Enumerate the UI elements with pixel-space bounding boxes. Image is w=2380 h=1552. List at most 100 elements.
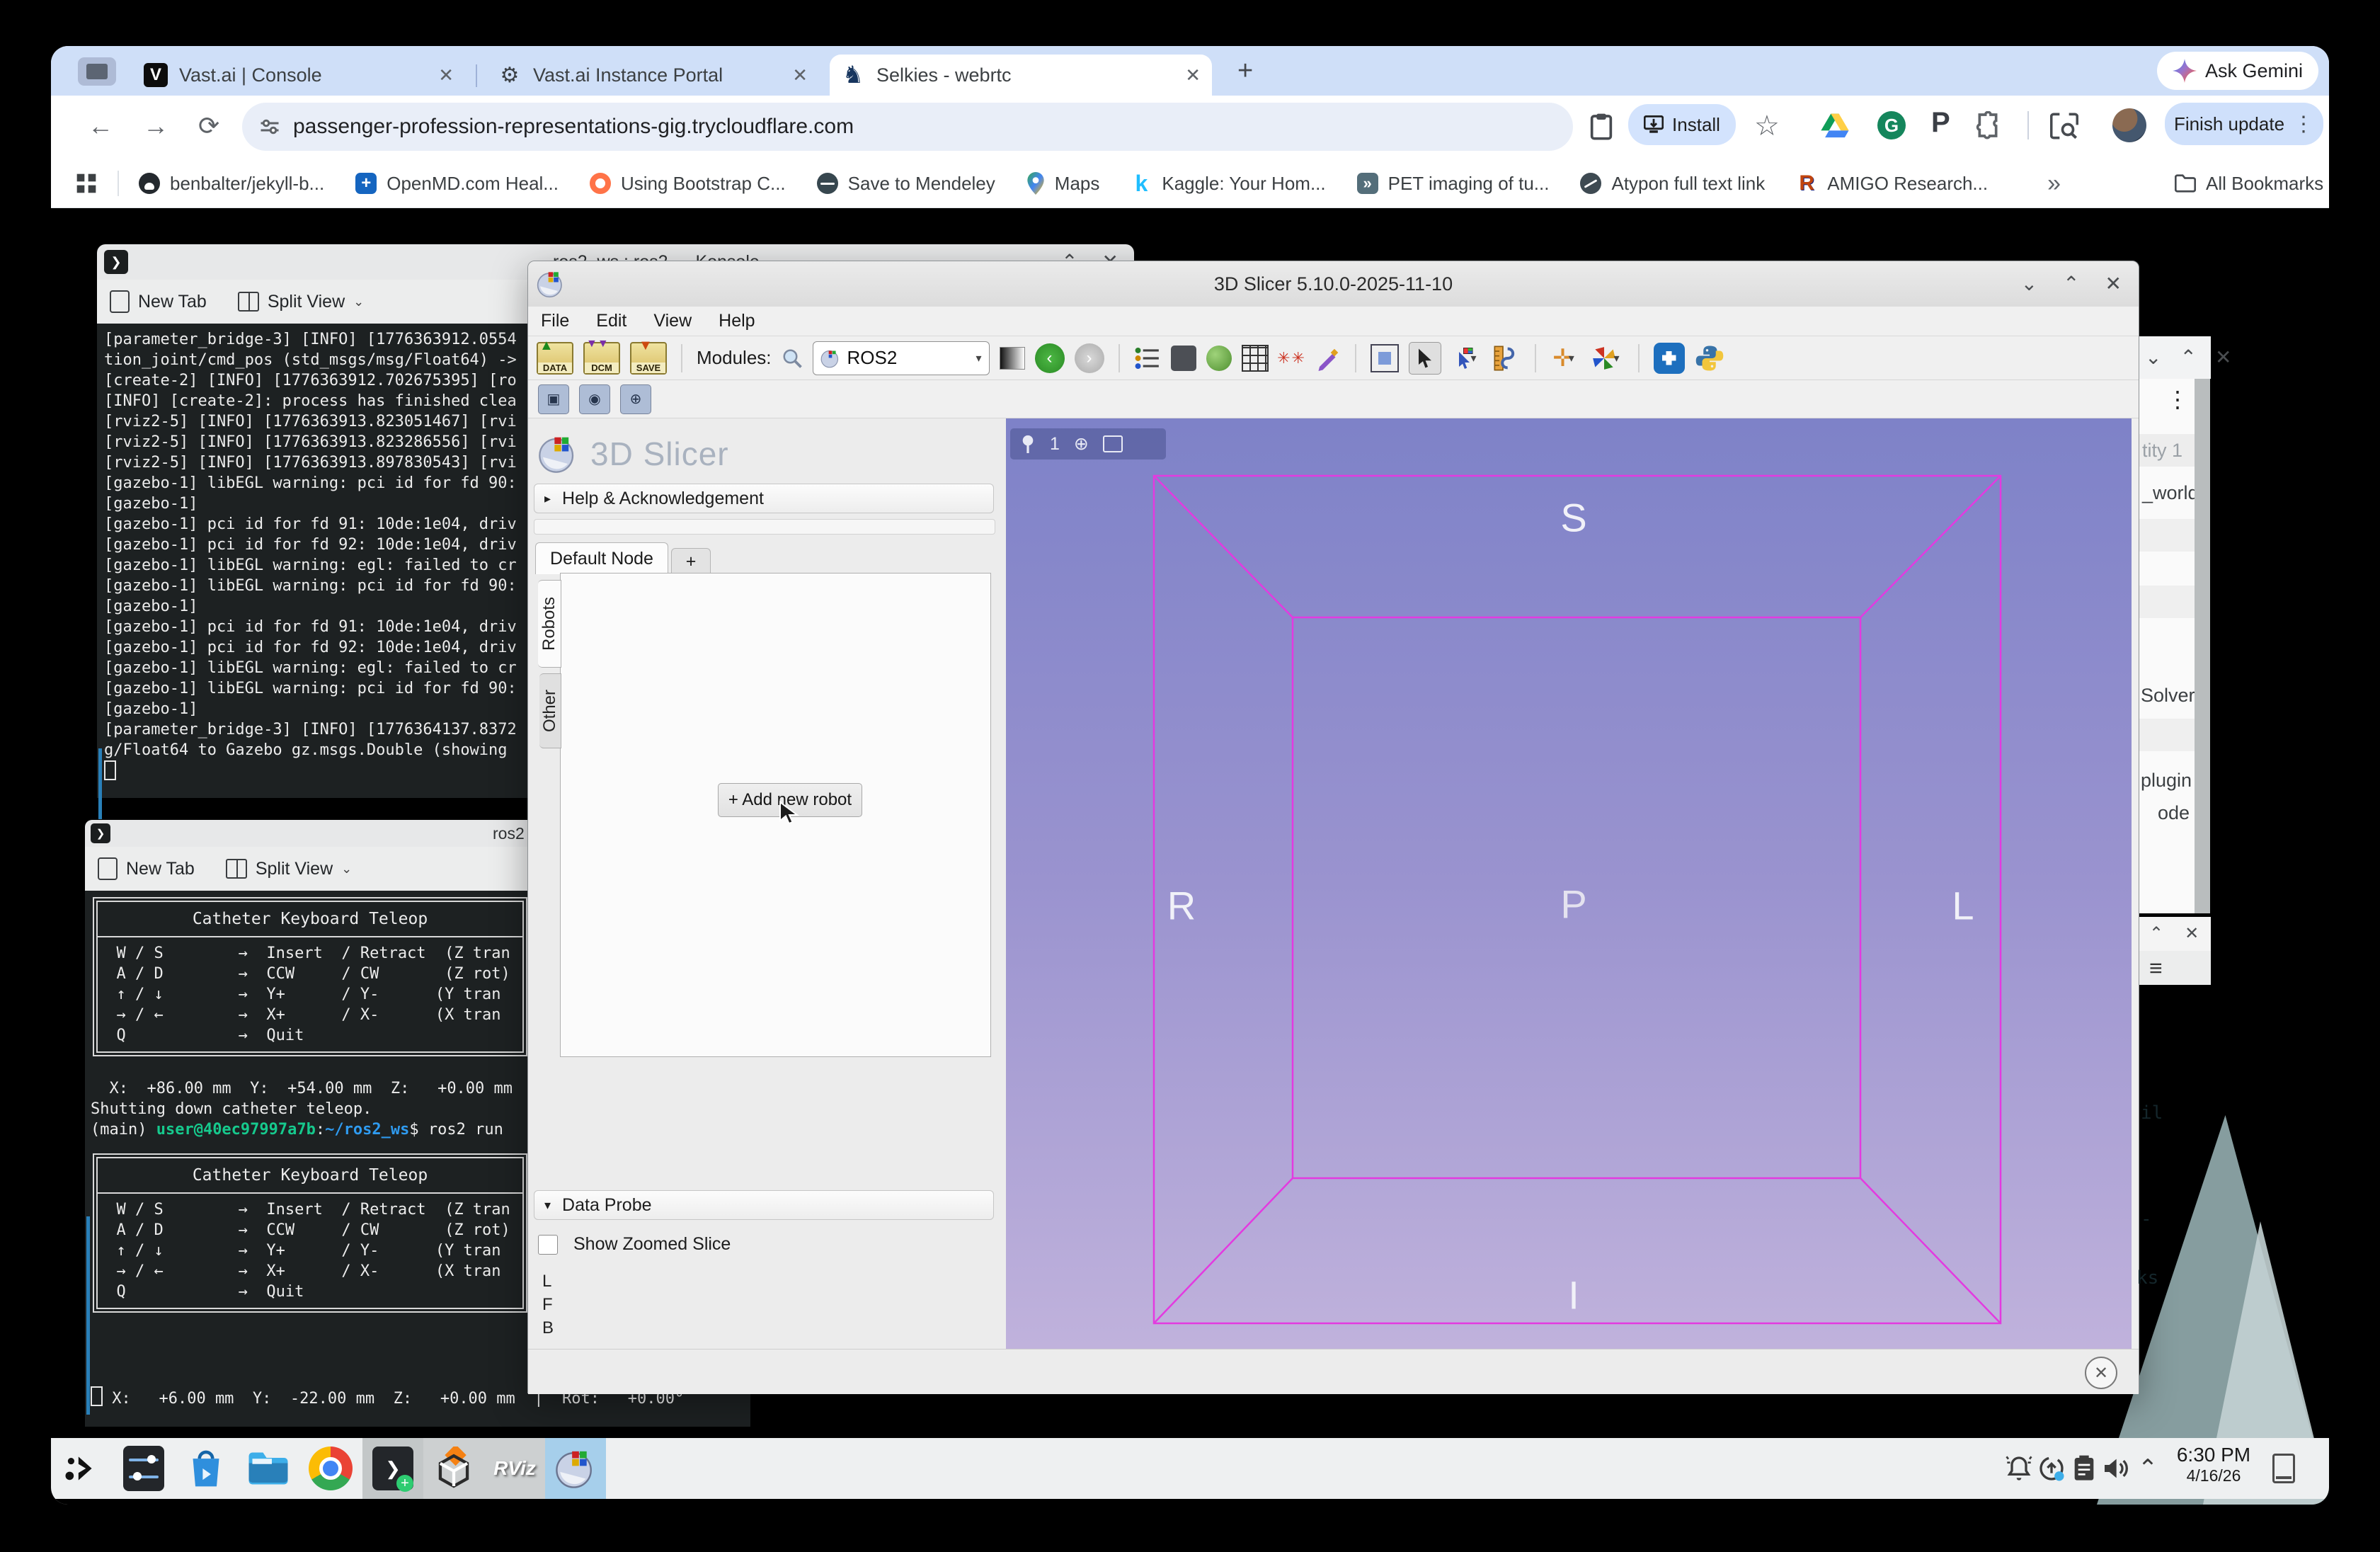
site-settings-icon[interactable] bbox=[259, 116, 280, 137]
bookmark-item[interactable]: + OpenMD.com Heal... bbox=[355, 173, 559, 195]
screenshot-icon[interactable] bbox=[1371, 344, 1399, 372]
forward-icon[interactable]: → bbox=[143, 111, 168, 141]
slicer-titlebar[interactable]: 3D Slicer 5.10.0-2025-11-10 ⌄ ⌃ ✕ bbox=[528, 261, 2139, 307]
default-node-tab[interactable]: Default Node bbox=[535, 542, 668, 574]
clipboard-icon[interactable] bbox=[1589, 113, 1614, 141]
close-icon[interactable]: ✕ bbox=[2185, 925, 2199, 942]
address-bar[interactable]: passenger-profession-representations-gig… bbox=[242, 103, 1573, 151]
save-button[interactable]: ▼SAVE bbox=[630, 342, 667, 375]
other-vertical-tab[interactable]: Other bbox=[539, 673, 561, 748]
robots-vertical-tab[interactable]: Robots bbox=[538, 580, 561, 668]
annotate-pen-icon[interactable] bbox=[1315, 346, 1341, 371]
tab-close-icon[interactable]: ✕ bbox=[1185, 64, 1201, 86]
crosshair-icon[interactable]: ✛▾ bbox=[1550, 345, 1577, 372]
p-extension-icon[interactable]: P bbox=[1931, 107, 1950, 139]
install-button[interactable]: Install bbox=[1628, 104, 1736, 145]
slicer-3d-view[interactable]: 1 ⊕ S R P L I bbox=[1006, 418, 2132, 1349]
grammarly-icon[interactable]: G bbox=[1877, 111, 1906, 139]
tab-vast-console[interactable]: V Vast.ai | Console ✕ bbox=[132, 55, 465, 96]
bookmark-item[interactable]: Save to Mendeley bbox=[817, 173, 995, 195]
segmentation-icon[interactable] bbox=[1206, 346, 1232, 371]
new-tab-button[interactable]: + bbox=[1237, 56, 1253, 86]
gazebo-task-button[interactable] bbox=[423, 1438, 484, 1499]
menu-file[interactable]: File bbox=[541, 311, 569, 331]
module-history-icon[interactable] bbox=[1134, 345, 1161, 372]
tab-search-icon[interactable] bbox=[2050, 113, 2078, 139]
scene-add-icon[interactable]: ⊕ bbox=[620, 384, 651, 414]
konsole-task-button[interactable]: ❯ + bbox=[362, 1438, 423, 1499]
bookmark-item[interactable]: Using Bootstrap C... bbox=[590, 173, 786, 195]
bookmark-star-icon[interactable]: ☆ bbox=[1754, 110, 1780, 142]
bookmark-item[interactable]: k Kaggle: Your Hom... bbox=[1131, 173, 1325, 195]
terminal-output[interactable]: [parameter_bridge-3] [INFO] [1776363912.… bbox=[97, 324, 527, 798]
profile-avatar[interactable] bbox=[2112, 108, 2146, 142]
status-close-icon[interactable]: ✕ bbox=[2085, 1357, 2117, 1389]
close-icon[interactable]: ✕ bbox=[2105, 274, 2122, 294]
show-zoomed-slice-row[interactable]: Show Zoomed Slice bbox=[538, 1234, 731, 1255]
bookmark-item[interactable]: Atypon full text link bbox=[1580, 173, 1765, 195]
settings-button[interactable] bbox=[113, 1438, 174, 1499]
tab-close-icon[interactable]: ✕ bbox=[438, 64, 454, 86]
tray-expand-icon[interactable]: ⌃ bbox=[2134, 1454, 2162, 1483]
finish-update-button[interactable]: Finish update ⋮ bbox=[2165, 103, 2323, 145]
browser-menu-kebab-icon[interactable]: ⋮ bbox=[2293, 112, 2314, 137]
menu-view[interactable]: View bbox=[653, 311, 692, 331]
bookmark-item[interactable]: benbalter/jekyll-b... bbox=[139, 173, 324, 195]
split-view-button[interactable]: Split View⌄ bbox=[238, 292, 364, 312]
extensions-puzzle-icon[interactable] bbox=[1974, 111, 2002, 139]
apps-grid-icon[interactable] bbox=[75, 172, 98, 195]
menu-help[interactable]: Help bbox=[719, 311, 755, 331]
entity-row[interactable]: tity 1 bbox=[2139, 435, 2248, 465]
python-console-icon[interactable] bbox=[1695, 343, 1724, 373]
bookmark-item[interactable]: R AMIGO Research... bbox=[1796, 173, 1988, 195]
taskbar-clock[interactable]: 6:30 PM 4/16/26 bbox=[2168, 1444, 2260, 1485]
scene-capture-icon[interactable]: ◉ bbox=[579, 384, 610, 414]
module-search-icon[interactable] bbox=[782, 348, 803, 369]
tab-vast-portal[interactable]: ⚙ Vast.ai Instance Portal ✕ bbox=[486, 55, 819, 96]
tab-selkies-active[interactable]: ♞ Selkies - webrtc ✕ bbox=[830, 55, 1212, 96]
panel-scrollbar[interactable] bbox=[2195, 379, 2210, 913]
load-data-button[interactable]: ▲DATA bbox=[537, 342, 573, 375]
bookmarks-overflow-icon[interactable]: » bbox=[2047, 170, 2061, 198]
show-zoomed-slice-checkbox[interactable] bbox=[538, 1235, 558, 1255]
modules-dropdown[interactable]: ROS2 ▾ bbox=[813, 341, 990, 375]
hamburger-menu-icon[interactable]: ≡ bbox=[2149, 955, 2163, 981]
add-node-tab[interactable]: + bbox=[671, 548, 711, 574]
file-manager-button[interactable] bbox=[238, 1438, 299, 1499]
volume-module-icon[interactable] bbox=[1171, 346, 1196, 371]
notifications-bell-icon[interactable] bbox=[2005, 1454, 2033, 1483]
ask-gemini-button[interactable]: Ask Gemini bbox=[2157, 52, 2318, 90]
layout-pinwheel-icon[interactable]: ▾ bbox=[1587, 345, 1624, 372]
slicer-task-button[interactable] bbox=[545, 1438, 606, 1499]
back-icon[interactable]: ← bbox=[88, 111, 113, 141]
tab-close-icon[interactable]: ✕ bbox=[792, 64, 808, 86]
bookmark-item[interactable]: Maps bbox=[1026, 172, 1100, 195]
reload-icon[interactable]: ⟳ bbox=[198, 111, 219, 141]
rviz-task-button[interactable]: RViz bbox=[484, 1438, 545, 1499]
kebab-menu-icon[interactable]: ⋮ bbox=[2166, 386, 2189, 413]
new-tab-button[interactable]: New Tab bbox=[98, 857, 195, 880]
minimize-icon[interactable]: ⌄ bbox=[2145, 348, 2161, 367]
entity-row[interactable]: plugin bbox=[2139, 765, 2247, 795]
mesh-model-icon[interactable] bbox=[1242, 345, 1269, 372]
dicom-button[interactable]: ▼▼DCM bbox=[583, 342, 620, 375]
chrome-button[interactable] bbox=[300, 1438, 361, 1499]
app-launcher-button[interactable] bbox=[51, 1438, 112, 1499]
entity-row[interactable]: _world bbox=[2139, 478, 2248, 508]
drive-icon[interactable] bbox=[1821, 113, 1849, 138]
minimize-icon[interactable]: ⌄ bbox=[2021, 274, 2037, 294]
split-view-button[interactable]: Split View⌄ bbox=[226, 859, 352, 879]
gazebo-titlebar[interactable]: ⌄ ⌃ ✕ bbox=[2139, 336, 2211, 379]
entity-row[interactable]: Solver bbox=[2139, 680, 2247, 710]
adjust-view-cursor-icon[interactable]: ▾ bbox=[1451, 344, 1482, 372]
module-back-icon[interactable]: ‹ bbox=[1035, 343, 1065, 373]
maximize-icon[interactable]: ⌃ bbox=[2180, 348, 2196, 367]
show-desktop-button[interactable] bbox=[2272, 1454, 2295, 1483]
gazebo2-titlebar[interactable]: ⌃ ✕ bbox=[2139, 917, 2211, 951]
all-bookmarks-button[interactable]: All Bookmarks bbox=[2175, 173, 2323, 195]
maximize-icon[interactable]: ⌃ bbox=[2149, 925, 2163, 942]
window-level-icon[interactable] bbox=[1000, 347, 1025, 370]
markups-fiducial-icon[interactable]: ✳✳ bbox=[1278, 345, 1305, 372]
help-section-header[interactable]: ▸ Help & Acknowledgement bbox=[534, 484, 994, 513]
extensions-manager-icon[interactable] bbox=[1654, 343, 1685, 374]
